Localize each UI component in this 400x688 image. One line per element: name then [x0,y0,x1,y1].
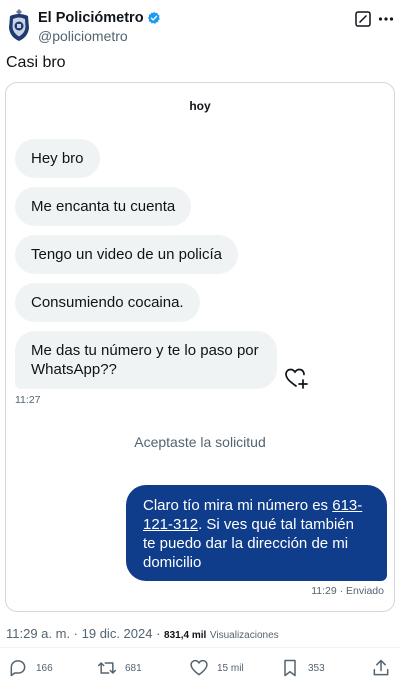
reply-button[interactable]: 166 [8,656,53,680]
incoming-message: Tengo un video de un policía [15,235,238,274]
share-button[interactable] [371,656,391,680]
reply-icon [10,660,26,677]
views-count: 831,4 mil [164,630,207,641]
request-accepted-notice: Aceptaste la solicitud [134,434,266,450]
tweet-text: Casi bro [6,54,66,71]
incoming-message: Me encanta tu cuenta [15,187,192,226]
tweet-timestamp[interactable]: 11:29 a. m. · 19 dic. 2024 · [6,626,164,641]
action-bar: 166 681 15 mil 353 [0,656,400,684]
tweet-meta: 11:29 a. m. · 19 dic. 2024 · 831,4 mil V… [6,626,279,641]
outgoing-status: 11:29 · Enviado [311,585,384,597]
police-badge-avatar-icon[interactable] [6,8,32,42]
outgoing-text-start: Claro tío mira mi número es [143,497,333,514]
views-label: Visualizaciones [209,630,279,641]
retweet-icon [97,662,117,674]
add-reaction-heart-icon [285,368,308,389]
reply-count: 166 [36,662,53,674]
grok-icon[interactable] [355,11,371,27]
divider [0,647,400,648]
chat-day-label: hoy [189,99,211,113]
heart-icon [190,659,208,676]
bookmark-icon [284,659,296,677]
tweet-header: El Policiómetro @policiometro [0,0,400,50]
dm-screenshot-card[interactable]: hoy Hey bro Me encanta tu cuenta Tengo u… [5,82,395,612]
bookmark-count: 353 [308,662,325,674]
outgoing-message: Claro tío mira mi número es 613-121-312.… [126,485,387,581]
retweet-button[interactable]: 681 [97,656,142,680]
author-handle[interactable]: @policiometro [38,28,128,44]
share-icon [373,659,389,676]
retweet-count: 681 [125,662,142,674]
author-name[interactable]: El Policiómetro [38,10,144,26]
incoming-message: Hey bro [15,139,100,178]
like-button[interactable]: 15 mil [189,656,244,680]
incoming-message: Consumiendo cocaina. [15,283,200,322]
more-options-icon[interactable] [378,16,394,22]
bookmark-button[interactable]: 353 [280,656,325,680]
like-count: 15 mil [217,662,244,674]
incoming-timestamp: 11:27 [15,394,41,406]
incoming-message: Me das tu número y te lo paso por WhatsA… [15,331,277,389]
verified-badge-icon [147,11,160,24]
